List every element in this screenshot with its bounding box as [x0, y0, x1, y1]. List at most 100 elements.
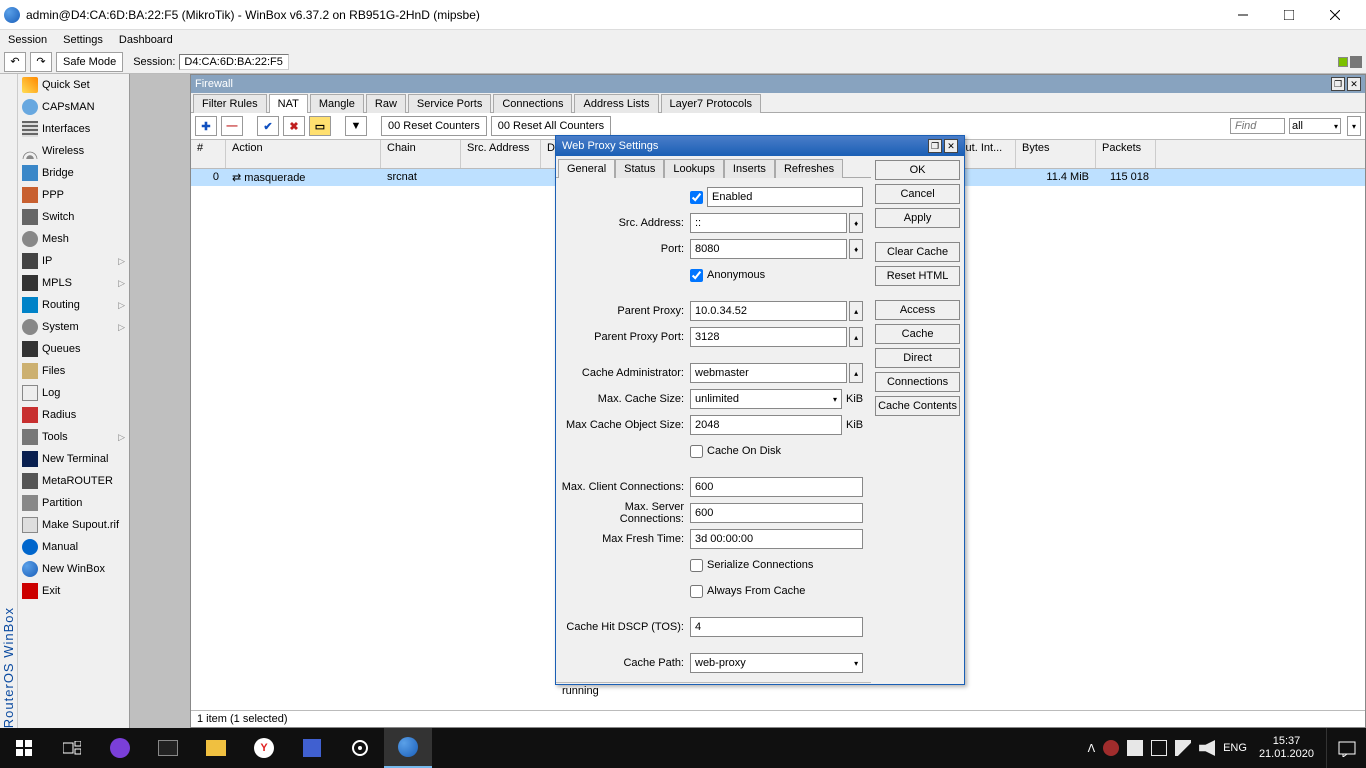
tab-nat[interactable]: NAT	[269, 94, 308, 113]
dialog-titlebar[interactable]: Web Proxy Settings ❐ ✕	[556, 136, 964, 156]
src-address-input[interactable]	[690, 213, 847, 233]
dialog-tab-inserts[interactable]: Inserts	[724, 159, 775, 178]
sidebar-item-capsman[interactable]: CAPsMAN	[18, 96, 129, 118]
clear-cache-button[interactable]: Clear Cache	[875, 242, 960, 262]
max-cache-obj-input[interactable]	[690, 415, 842, 435]
max-cache-size-dropdown[interactable]: unlimited▾	[690, 389, 842, 409]
sidebar-item-mpls[interactable]: MPLS▷	[18, 272, 129, 294]
maximize-button[interactable]	[1266, 0, 1312, 30]
sidebar-item-radius[interactable]: Radius	[18, 404, 129, 426]
tab-raw[interactable]: Raw	[366, 94, 406, 113]
cache-on-disk-checkbox[interactable]	[690, 445, 703, 458]
sidebar-item-exit[interactable]: Exit	[18, 580, 129, 602]
tray-icon[interactable]	[1103, 740, 1119, 756]
disable-button[interactable]: ✖	[283, 116, 305, 136]
tab-layer7-protocols[interactable]: Layer7 Protocols	[661, 94, 762, 113]
dialog-tab-general[interactable]: General	[558, 159, 615, 178]
column-picker-button[interactable]: ▾	[1347, 116, 1361, 136]
tab-connections[interactable]: Connections	[493, 94, 572, 113]
parent-proxy-collapse[interactable]: ▴	[849, 301, 863, 321]
sidebar-item-bridge[interactable]: Bridge	[18, 162, 129, 184]
minimize-button[interactable]	[1220, 0, 1266, 30]
filter-button[interactable]: ▼	[345, 116, 367, 136]
column-header[interactable]: Chain	[381, 140, 461, 168]
taskbar-app-2[interactable]	[144, 728, 192, 768]
tray-clock[interactable]: 15:37 21.01.2020	[1255, 735, 1318, 761]
src-address-spinner[interactable]: ♦	[849, 213, 863, 233]
sidebar-item-log[interactable]: Log	[18, 382, 129, 404]
menu-session[interactable]: Session	[8, 34, 47, 46]
reset-all-counters-button[interactable]: 00 Reset All Counters	[491, 116, 611, 136]
sidebar-item-interfaces[interactable]: Interfaces	[18, 118, 129, 140]
ok-button[interactable]: OK	[875, 160, 960, 180]
cache-admin-collapse[interactable]: ▴	[849, 363, 863, 383]
sidebar-item-mesh[interactable]: Mesh	[18, 228, 129, 250]
serialize-conn-checkbox[interactable]	[690, 559, 703, 572]
sidebar-item-quick-set[interactable]: Quick Set	[18, 74, 129, 96]
column-header[interactable]: Packets	[1096, 140, 1156, 168]
direct-button[interactable]: Direct	[875, 348, 960, 368]
sidebar-item-partition[interactable]: Partition	[18, 492, 129, 514]
connections-button[interactable]: Connections	[875, 372, 960, 392]
firewall-close-button[interactable]: ✕	[1347, 77, 1361, 91]
taskbar-winbox[interactable]	[384, 728, 432, 768]
reset-counters-button[interactable]: 00 Reset Counters	[381, 116, 487, 136]
always-from-cache-checkbox[interactable]	[690, 585, 703, 598]
cache-contents-button[interactable]: Cache Contents	[875, 396, 960, 416]
tray-sound-icon[interactable]	[1199, 740, 1215, 756]
taskbar-app-3[interactable]: Y	[240, 728, 288, 768]
menu-dashboard[interactable]: Dashboard	[119, 34, 173, 46]
taskbar-explorer[interactable]	[192, 728, 240, 768]
tray-battery-icon[interactable]	[1127, 740, 1143, 756]
column-header[interactable]: Bytes	[1016, 140, 1096, 168]
max-client-conn-input[interactable]	[690, 477, 863, 497]
dialog-tab-lookups[interactable]: Lookups	[664, 159, 724, 178]
start-button[interactable]	[0, 728, 48, 768]
dialog-tab-refreshes[interactable]: Refreshes	[775, 159, 843, 178]
firewall-restore-button[interactable]: ❐	[1331, 77, 1345, 91]
sidebar-item-system[interactable]: System▷	[18, 316, 129, 338]
undo-button[interactable]: ↶	[4, 52, 26, 72]
reset-html-button[interactable]: Reset HTML	[875, 266, 960, 286]
tray-keyboard-icon[interactable]	[1151, 740, 1167, 756]
parent-proxy-port-input[interactable]	[690, 327, 847, 347]
taskbar-settings[interactable]	[336, 728, 384, 768]
anonymous-checkbox[interactable]	[690, 269, 703, 282]
parent-proxy-port-collapse[interactable]: ▴	[849, 327, 863, 347]
sidebar-item-new-winbox[interactable]: New WinBox	[18, 558, 129, 580]
add-button[interactable]: ✚	[195, 116, 217, 136]
tray-language[interactable]: ENG	[1223, 742, 1247, 754]
dialog-restore-button[interactable]: ❐	[928, 139, 942, 153]
cache-hit-dscp-input[interactable]	[690, 617, 863, 637]
sidebar-item-make-supout-rif[interactable]: Make Supout.rif	[18, 514, 129, 536]
sidebar-item-routing[interactable]: Routing▷	[18, 294, 129, 316]
taskbar-app-1[interactable]	[96, 728, 144, 768]
max-fresh-time-input[interactable]	[690, 529, 863, 549]
taskbar-app-4[interactable]	[288, 728, 336, 768]
safe-mode-button[interactable]: Safe Mode	[56, 52, 123, 72]
dialog-close-button[interactable]: ✕	[944, 139, 958, 153]
cache-path-dropdown[interactable]: web-proxy▾	[690, 653, 863, 673]
comment-button[interactable]: ▭	[309, 116, 331, 136]
tab-filter-rules[interactable]: Filter Rules	[193, 94, 267, 113]
tab-mangle[interactable]: Mangle	[310, 94, 364, 113]
column-header[interactable]: Action	[226, 140, 381, 168]
cache-admin-input[interactable]	[690, 363, 847, 383]
tray-network-icon[interactable]	[1175, 740, 1191, 756]
parent-proxy-input[interactable]	[690, 301, 847, 321]
sidebar-item-metarouter[interactable]: MetaROUTER	[18, 470, 129, 492]
cancel-button[interactable]: Cancel	[875, 184, 960, 204]
redo-button[interactable]: ↷	[30, 52, 52, 72]
filter-dropdown[interactable]: all ▾	[1289, 118, 1341, 134]
sidebar-item-switch[interactable]: Switch	[18, 206, 129, 228]
port-input[interactable]	[690, 239, 847, 259]
access-button[interactable]: Access	[875, 300, 960, 320]
cache-button[interactable]: Cache	[875, 324, 960, 344]
dialog-tab-status[interactable]: Status	[615, 159, 664, 178]
tab-service-ports[interactable]: Service Ports	[408, 94, 491, 113]
menu-settings[interactable]: Settings	[63, 34, 103, 46]
apply-button[interactable]: Apply	[875, 208, 960, 228]
sidebar-item-queues[interactable]: Queues	[18, 338, 129, 360]
port-spinner[interactable]: ♦	[849, 239, 863, 259]
sidebar-item-files[interactable]: Files	[18, 360, 129, 382]
